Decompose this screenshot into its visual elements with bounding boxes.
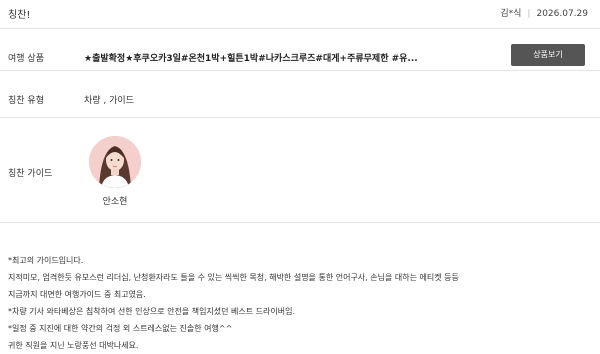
review-line: 지금까지 대면한 여행가이드 중 최고였음. [8, 290, 146, 299]
praise-type-row: 칭찬 유형 차량 , 가이드 [0, 71, 600, 118]
view-product-button[interactable]: 상품보기 [511, 44, 585, 66]
section-divider [0, 222, 600, 223]
praise-type-value: 차량 , 가이드 [84, 96, 134, 106]
praise-guide-label: 칭찬 가이드 [8, 169, 53, 179]
guide-name: 안소현 [102, 197, 128, 207]
product-name[interactable]: ★출발확정★후쿠오카3일#온천1박+힐튼1박#나카스크루즈#대게+주류무제한 #… [84, 51, 418, 64]
review-body: *최고의 가이드입니다. 지적미모, 엄격한듯 유모스런 리더십, 난청환자라도… [8, 252, 593, 354]
review-line: 귀한 직원을 지닌 노랑풍선 대박나세요. [8, 341, 139, 350]
praise-type-label: 칭찬 유형 [8, 96, 44, 106]
review-date: 2026.07.29 [536, 9, 588, 19]
product-row: 여행 상품 ★출발확정★후쿠오카3일#온천1박+힐튼1박#나카스크루즈#대게+주… [0, 40, 600, 71]
review-line: 지적미모, 엄격한듯 유모스런 리더십, 난청환자라도 들을 수 있는 씩씩한 … [8, 273, 459, 282]
review-title: 칭찬! [8, 10, 31, 21]
author-name: 김*식 [500, 9, 522, 19]
review-header: 칭찬! 김*식 | 2026.07.29 [0, 0, 600, 29]
review-meta: 김*식 | 2026.07.29 [500, 6, 588, 19]
praise-guide-row: 칭찬 가이드 안소현 [0, 118, 600, 221]
review-line: *최고의 가이드입니다. [8, 256, 84, 265]
review-line: *차량 기사 와타베상은 침착하여 선한 인상으로 안전을 책임지셨던 베스트 … [8, 307, 296, 316]
review-line: *일정 중 지진에 대한 약간의 걱정 외 스트레스없는 진솔한 여행^^ [8, 324, 233, 333]
guide-avatar [89, 136, 141, 188]
meta-divider: | [527, 9, 531, 19]
product-label: 여행 상품 [8, 54, 44, 64]
